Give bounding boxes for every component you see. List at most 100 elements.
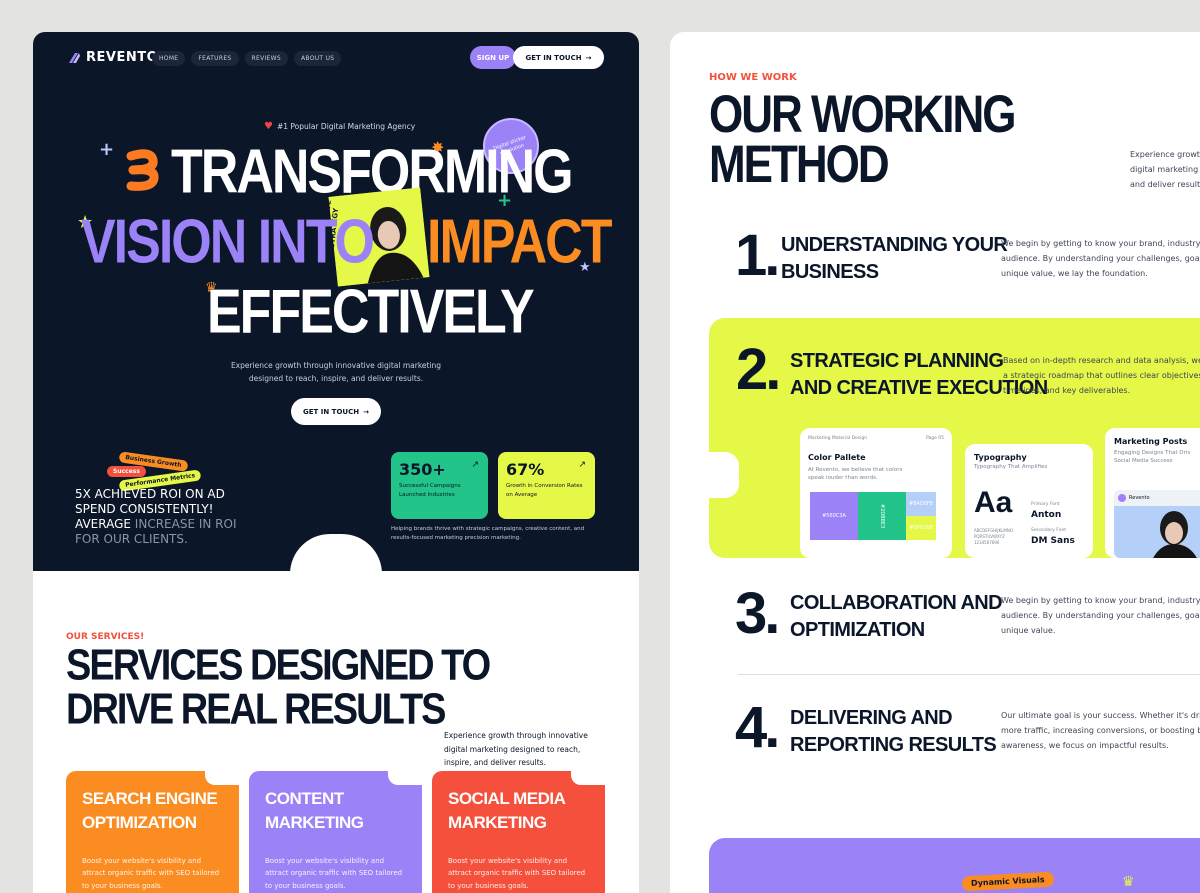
typography-card: Typography Typography That Amplifies Aa … xyxy=(965,444,1093,558)
step-description: Our ultimate goal is your success. Wheth… xyxy=(1001,711,1200,750)
nav-item-features[interactable]: FEATURES xyxy=(191,51,239,66)
signup-button[interactable]: SIGN UP xyxy=(470,46,516,69)
stat-label: Growth in Conversion Rates on Average xyxy=(506,483,583,498)
swatch: #2DB8E3 xyxy=(858,492,906,540)
stat-label: Successful Campaigns Launched Industries xyxy=(399,483,461,498)
step-description: Based on in-depth research and data anal… xyxy=(1003,356,1200,395)
step-title-line: REPORTING RESULTS xyxy=(790,734,997,756)
step-description: We begin by getting to know your brand, … xyxy=(1001,596,1200,635)
divider xyxy=(738,674,1200,675)
plus-icon: + xyxy=(99,139,115,160)
method-eyebrow: HOW WE WORK xyxy=(709,72,797,83)
step-description: We begin by getting to know your brand, … xyxy=(1001,239,1200,278)
hero-line-2a: VISION INTO xyxy=(81,207,375,277)
secondary-font: DM Sans xyxy=(1031,536,1075,546)
primary-font: Anton xyxy=(1031,510,1062,520)
brand-name: REVENTO xyxy=(86,50,159,65)
step-number: 3. xyxy=(735,581,780,646)
lime-notch xyxy=(709,452,739,498)
typography-sample: Aa xyxy=(974,486,1013,519)
step-title: UNDERSTANDING YOUR BUSINESS xyxy=(781,232,1008,286)
tag-success: Success xyxy=(107,466,146,477)
hero-subtitle: Experience growth through innovative dig… xyxy=(230,361,442,384)
step-number: 2. xyxy=(736,337,781,402)
arrow-up-right-icon: ↗ xyxy=(471,460,479,470)
service-card-content[interactable]: CONTENT MARKETING Boost your website's v… xyxy=(249,771,422,893)
hero-section: REVENTO HOME FEATURES REVIEWS ABOUT US S… xyxy=(33,32,639,574)
step-title-line: OPTIMIZATION xyxy=(790,619,925,641)
services-title-1: SERVICES DESIGNED TO xyxy=(66,641,491,691)
card-page: Page 05 xyxy=(925,436,944,441)
hero-cta-label: GET IN TOUCH xyxy=(303,407,360,416)
card-title: Color Pallete xyxy=(808,453,866,462)
post-logo-icon xyxy=(1118,494,1126,502)
alphabet-sample: ABCDEFGHIJKLMNO PQRSTUVWXYZ 1234567890 xyxy=(974,528,1014,545)
step-title-line: DELIVERING AND xyxy=(790,707,953,729)
stat-card-conversion: 67% Growth in Conversion Rates on Averag… xyxy=(498,452,595,519)
step-2-highlight: 2. STRATEGIC PLANNING AND CREATIVE EXECU… xyxy=(709,318,1200,558)
nav-item-reviews[interactable]: REVIEWS xyxy=(244,51,288,66)
step-title: COLLABORATION AND OPTIMIZATION xyxy=(790,590,1003,644)
service-card-title: CONTENT MARKETING xyxy=(265,789,364,832)
service-card-social[interactable]: SOCIAL MEDIA MARKETING Boost your websit… xyxy=(432,771,605,893)
get-in-touch-button[interactable]: GET IN TOUCH → xyxy=(513,46,604,69)
stat-number: 350+ xyxy=(399,460,446,479)
service-card-seo[interactable]: SEARCH ENGINE OPTIMIZATION Boost your we… xyxy=(66,771,239,893)
landing-page-preview: REVENTO HOME FEATURES REVIEWS ABOUT US S… xyxy=(33,32,639,893)
method-title-2: METHOD xyxy=(709,135,890,194)
roi-statement: 5X ACHIEVED ROI ON AD SPEND CONSISTENTLY… xyxy=(75,487,255,547)
hero-badge-text: #1 Popular Digital Marketing Agency xyxy=(276,122,416,131)
services-section: OUR SERVICES! SERVICES DESIGNED TO DRIVE… xyxy=(33,571,639,893)
service-card-desc: Boost your website's visibility and attr… xyxy=(265,856,403,890)
card-sub: Typography That Amplifies xyxy=(974,464,1048,470)
step-title: DELIVERING AND REPORTING RESULTS xyxy=(790,705,997,759)
method-description: Experience growt digital marketing and d… xyxy=(1130,150,1200,189)
working-method-preview: HOW WE WORK OUR WORKING METHOD Experienc… xyxy=(670,32,1200,893)
brand-logo[interactable]: REVENTO xyxy=(67,50,158,65)
primary-font-label: Primary Font xyxy=(1031,502,1060,507)
stat-card-campaigns: 350+ Successful Campaigns Launched Indus… xyxy=(391,452,488,519)
services-eyebrow: OUR SERVICES! xyxy=(66,632,145,642)
main-nav: HOME FEATURES REVIEWS ABOUT US xyxy=(152,51,342,66)
card-title: Typography xyxy=(974,453,1027,462)
get-in-touch-label: GET IN TOUCH xyxy=(525,53,582,62)
arrow-right-icon: → xyxy=(363,407,369,416)
card-label: Marketing Material Design xyxy=(808,436,868,441)
stats-caption: Helping brands thrive with strategic cam… xyxy=(391,526,585,542)
hero-badge: ♥ #1 Popular Digital Marketing Agency xyxy=(264,121,415,132)
swatch: #B4D0F8 xyxy=(906,492,936,516)
step-number: 4. xyxy=(735,695,780,760)
step-title-line: BUSINESS xyxy=(781,261,879,283)
post-portrait-image xyxy=(1114,506,1200,558)
logo-icon xyxy=(69,52,80,63)
spiral-decoration-icon xyxy=(126,149,159,191)
secondary-font-label: Secondary Font xyxy=(1031,528,1067,533)
step-title-line: UNDERSTANDING YOUR xyxy=(781,234,1008,256)
nav-item-home[interactable]: HOME xyxy=(152,51,186,66)
service-card-desc: Boost your website's visibility and attr… xyxy=(82,856,220,890)
hero-cta-button[interactable]: GET IN TOUCH → xyxy=(291,398,381,425)
color-palette-card: Marketing Material Design Page 05 Color … xyxy=(800,428,952,558)
service-card-title: SEARCH ENGINE OPTIMIZATION xyxy=(82,789,218,832)
hero-line-3: EFFECTIVELY xyxy=(207,277,535,347)
hero-line-2b: IMPACT xyxy=(427,207,612,277)
service-card-title: SOCIAL MEDIA MARKETING xyxy=(448,789,565,832)
hero-notch xyxy=(290,534,382,574)
card-notch xyxy=(571,771,605,785)
marketing-posts-card: Marketing Posts Engaging Designs That Dr… xyxy=(1105,428,1200,558)
swatches: #560C3A #B4D0F8 #2DB8E3 #DFF26B xyxy=(810,492,936,540)
swatch: #DFF26B xyxy=(906,516,936,540)
card-text: At Revento, we believe that colors speak… xyxy=(808,467,903,482)
service-card-desc: Boost your website's visibility and attr… xyxy=(448,856,586,890)
card-notch xyxy=(205,771,239,785)
post-brand: Revento xyxy=(1129,495,1150,501)
arrow-up-right-icon: ↗ xyxy=(578,460,586,470)
card-notch xyxy=(388,771,422,785)
services-description: Experience growth through innovative dig… xyxy=(444,731,588,767)
arrow-right-icon: → xyxy=(585,53,592,62)
card-sub: Engaging Designs That Driv Social Media … xyxy=(1114,450,1191,465)
stat-number: 67% xyxy=(506,460,545,479)
step-number: 1. xyxy=(735,223,780,288)
nav-item-about[interactable]: ABOUT US xyxy=(293,51,342,66)
crown-icon: ♛ xyxy=(1122,874,1135,890)
